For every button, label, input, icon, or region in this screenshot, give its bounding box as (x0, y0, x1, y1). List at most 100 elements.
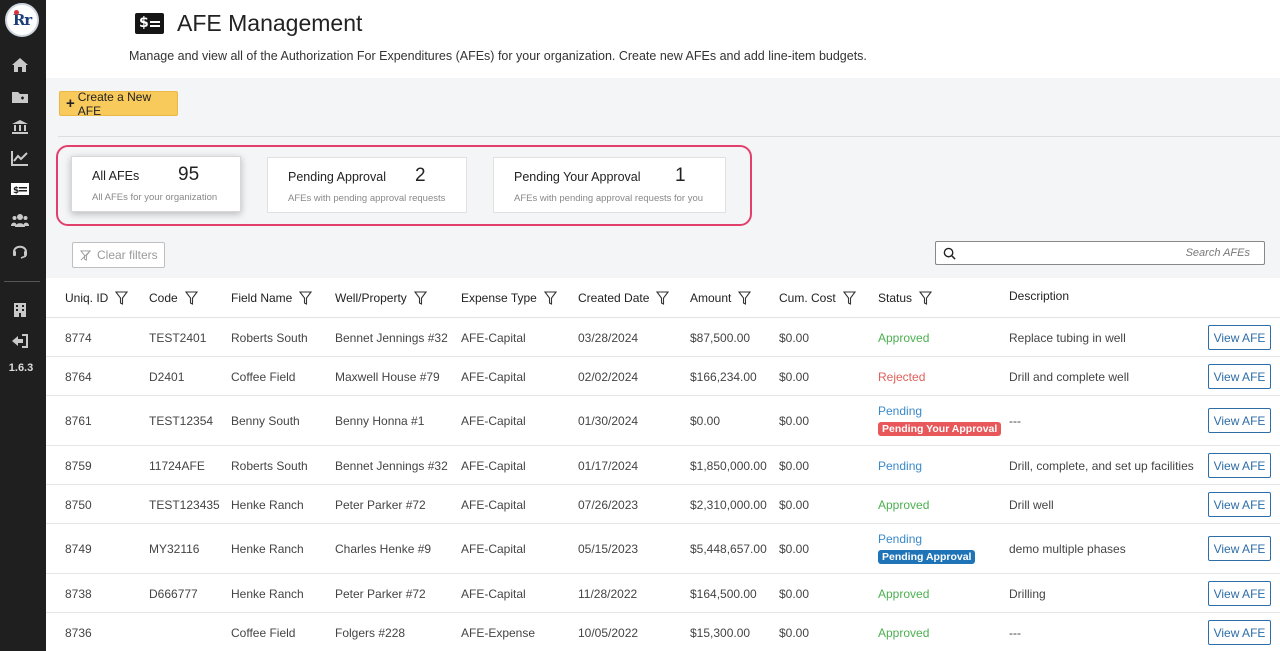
cell-code: TEST12354 (149, 414, 214, 428)
cell-amount: $2,310,000.00 (690, 498, 767, 512)
cell-uniq-id: 8749 (65, 542, 92, 556)
table-row: 8750 TEST123435 Henke Ranch Peter Parker #7… (46, 485, 1280, 524)
column-header-description: Description (1009, 289, 1069, 303)
column-label: Expense Type (461, 291, 537, 305)
cell-well-property: Bennet Jennings #32 (335, 331, 448, 345)
status-badge: Pending Your Approval (878, 422, 1002, 436)
view-afe-button[interactable]: View AFE (1208, 453, 1271, 478)
status-text: Approved (878, 587, 930, 601)
filter-icon[interactable] (413, 291, 427, 305)
card-pending-approval[interactable]: Pending Approval 2 AFEs with pending app… (267, 157, 467, 213)
sidebar-divider (4, 281, 40, 282)
cell-description: --- (1009, 414, 1021, 428)
status-text: Approved (878, 626, 930, 640)
column-header-cum-cost[interactable]: Cum. Cost (779, 291, 856, 305)
filter-icon[interactable] (738, 291, 752, 305)
cell-code: MY32116 (149, 542, 200, 556)
column-header-amount[interactable]: Amount (690, 291, 752, 305)
cell-amount: $5,448,657.00 (690, 542, 767, 556)
cell-well-property: Peter Parker #72 (335, 498, 426, 512)
cell-expense-type: AFE-Capital (461, 459, 526, 473)
column-header-created-date[interactable]: Created Date (578, 291, 670, 305)
view-afe-button[interactable]: View AFE (1208, 408, 1271, 433)
search-box[interactable] (935, 241, 1265, 265)
chart-line-icon[interactable] (11, 150, 29, 166)
view-afe-button[interactable]: View AFE (1208, 536, 1271, 561)
money-bill-icon: $ (135, 13, 164, 34)
money-bill-icon[interactable]: $ (11, 181, 29, 197)
view-afe-button[interactable]: View AFE (1208, 364, 1271, 389)
filter-icon[interactable] (656, 291, 670, 305)
cell-created-date: 03/28/2024 (578, 331, 639, 345)
status-text: Rejected (878, 370, 926, 384)
cell-field-name: Coffee Field (231, 626, 296, 640)
table-row: 8738 D666777 Henke Ranch Peter Parker #72 AF… (46, 574, 1280, 613)
view-afe-button[interactable]: View AFE (1208, 325, 1271, 350)
cell-well-property: Maxwell House #79 (335, 370, 440, 384)
users-icon[interactable] (11, 212, 29, 228)
search-input[interactable] (962, 244, 1260, 262)
filter-icon[interactable] (184, 291, 198, 305)
building-icon[interactable] (11, 302, 29, 318)
cell-cum-cost: $0.00 (779, 370, 810, 384)
card-pending-your-approval[interactable]: Pending Your Approval 1 AFEs with pendin… (493, 157, 726, 213)
column-header-field-name[interactable]: Field Name (231, 291, 313, 305)
cell-amount: $1,850,000.00 (690, 459, 767, 473)
column-label: Uniq. ID (65, 291, 109, 305)
cell-cum-cost: $0.00 (779, 414, 810, 428)
column-header-expense-type[interactable]: Expense Type (461, 291, 557, 305)
column-label: Cum. Cost (779, 291, 836, 305)
app-logo[interactable]: Rr (5, 3, 39, 37)
filter-icon[interactable] (299, 291, 313, 305)
cell-created-date: 02/02/2024 (578, 370, 639, 384)
cell-code: TEST2401 (149, 331, 207, 345)
cell-created-date: 07/26/2023 (578, 498, 639, 512)
page-description: Manage and view all of the Authorization… (129, 49, 867, 63)
card-count: 95 (178, 164, 200, 185)
home-icon[interactable] (11, 57, 29, 73)
filter-icon[interactable] (919, 291, 933, 305)
cell-description: Replace tubing in well (1009, 331, 1126, 345)
plus-icon: + (66, 95, 75, 112)
filter-icon[interactable] (115, 291, 129, 305)
cell-uniq-id: 8759 (65, 459, 92, 473)
view-afe-button[interactable]: View AFE (1208, 620, 1271, 645)
cell-field-name: Henke Ranch (231, 587, 304, 601)
cell-field-name: Benny South (231, 414, 300, 428)
column-header-code[interactable]: Code (149, 291, 198, 305)
headset-icon[interactable] (11, 243, 29, 259)
column-label: Field Name (231, 291, 293, 305)
sidebar: Rr $ 1.6.3 (0, 0, 46, 651)
bank-icon[interactable] (11, 119, 29, 135)
view-afe-button[interactable]: View AFE (1208, 492, 1271, 517)
search-icon (943, 247, 956, 260)
sign-out-icon[interactable] (11, 333, 29, 349)
view-afe-button[interactable]: View AFE (1208, 581, 1271, 606)
column-header-status[interactable]: Status (878, 291, 933, 305)
cell-uniq-id: 8774 (65, 331, 92, 345)
column-header-well-property[interactable]: Well/Property (335, 291, 427, 305)
cell-description: Drilling (1009, 587, 1046, 601)
filter-icon[interactable] (842, 291, 856, 305)
cell-created-date: 10/05/2022 (578, 626, 639, 640)
cell-code: TEST123435 (149, 498, 220, 512)
card-subtitle: AFEs with pending approval requests (288, 193, 446, 204)
clear-filters-button[interactable]: Clear filters (72, 242, 165, 268)
cell-field-name: Roberts South (231, 459, 308, 473)
column-label: Code (149, 291, 178, 305)
status-text: Pending (878, 532, 923, 546)
cell-amount: $15,300.00 (690, 626, 751, 640)
card-title: Pending Your Approval (514, 170, 641, 184)
app-version: 1.6.3 (8, 362, 34, 374)
table-row: 8759 11724AFE Roberts South Bennet Jennings… (46, 446, 1280, 485)
cell-field-name: Henke Ranch (231, 498, 304, 512)
card-all-afes[interactable]: All AFEs 95 All AFEs for your organizati… (71, 156, 241, 212)
cell-amount: $166,234.00 (690, 370, 757, 384)
divider (58, 136, 1280, 137)
create-afe-button[interactable]: + Create a New AFE (59, 90, 178, 118)
cell-field-name: Roberts South (231, 331, 308, 345)
column-header-uniq-id[interactable]: Uniq. ID (65, 291, 129, 305)
folder-icon[interactable] (11, 89, 29, 105)
filter-icon[interactable] (543, 291, 557, 305)
card-count: 2 (415, 165, 426, 186)
